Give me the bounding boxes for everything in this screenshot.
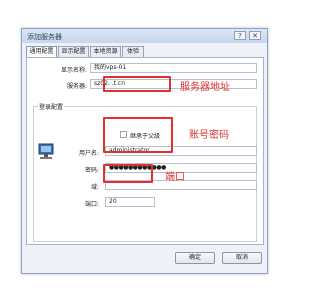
tab-local-resources[interactable]: 本地资源 [90,46,121,57]
port-label: 端口: [84,201,99,208]
server-highlight-box [103,76,171,92]
account-password-annotation: 账号密码 [189,130,229,141]
cancel-button[interactable]: 取消 [222,252,262,264]
title-bar[interactable]: 添加服务器 ? ✕ [22,29,267,43]
computer-icon [38,143,54,159]
server-label: 服务器: [66,83,87,90]
window-title: 添加服务器 [27,33,62,41]
password-label: 密码: [84,167,99,174]
help-button[interactable]: ? [234,31,246,40]
port-field[interactable]: 20 [105,197,155,207]
credentials-highlight-box [103,117,173,153]
close-button[interactable]: ✕ [249,31,261,40]
domain-label: 域: [90,184,99,191]
server-address-annotation: 服务器地址 [180,82,230,93]
display-name-label: 显示名称: [60,67,87,74]
username-label: 用户名: [78,150,99,157]
port-annotation: 端口 [165,172,185,183]
tab-experience[interactable]: 体验 [122,46,144,57]
ok-button[interactable]: 确定 [175,252,215,264]
tab-display[interactable]: 显示配置 [58,46,89,57]
port-highlight-box [103,164,153,183]
login-config-title: 登录配置 [38,102,65,111]
display-name-field[interactable]: 我的vps-01 [90,63,257,73]
